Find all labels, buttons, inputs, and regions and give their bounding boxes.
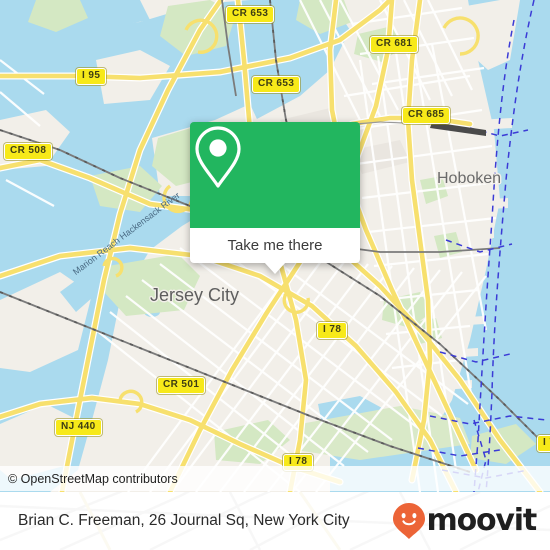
location-address: Brian C. Freeman, 26 Journal Sq, New Yor… (18, 512, 350, 529)
road-shield[interactable]: NJ 440 (55, 419, 102, 436)
road-shield[interactable]: CR 653 (252, 76, 301, 93)
map-pin-icon (195, 126, 241, 188)
road-shield[interactable]: I 78 (317, 322, 348, 339)
footer-bar: Brian C. Freeman, 26 Journal Sq, New Yor… (0, 492, 550, 550)
moovit-wordmark: moovit (426, 503, 538, 538)
map-canvas[interactable]: Hoboken Jersey City Marion Reach Hackens… (0, 0, 550, 492)
road-shield[interactable]: CR 681 (370, 36, 419, 53)
map-place-label: Jersey City (150, 285, 240, 305)
map-attribution-bar: © OpenStreetMap contributors (0, 466, 550, 491)
road-shield[interactable]: CR 685 (402, 107, 451, 124)
map-place-label: Hoboken (437, 170, 502, 187)
moovit-pin-smile-icon (392, 503, 425, 539)
road-shield[interactable]: CR 501 (157, 377, 206, 394)
moovit-logo[interactable]: moovit (392, 502, 538, 540)
road-shield[interactable]: I 95 (76, 68, 107, 85)
take-me-there-label: Take me there (227, 237, 323, 254)
location-popup[interactable]: Take me there (190, 122, 360, 274)
road-shield[interactable]: CR 508 (4, 143, 53, 160)
road-shield[interactable]: CR 653 (226, 6, 275, 23)
moovit-map-share-card: Hoboken Jersey City Marion Reach Hackens… (0, 0, 550, 550)
road-shield[interactable]: I 78 (537, 435, 550, 452)
take-me-there-button[interactable]: Take me there (190, 228, 360, 263)
popup-icon-area (190, 122, 360, 228)
osm-attribution-text: © OpenStreetMap contributors (8, 471, 178, 486)
popup-tail (264, 262, 286, 274)
